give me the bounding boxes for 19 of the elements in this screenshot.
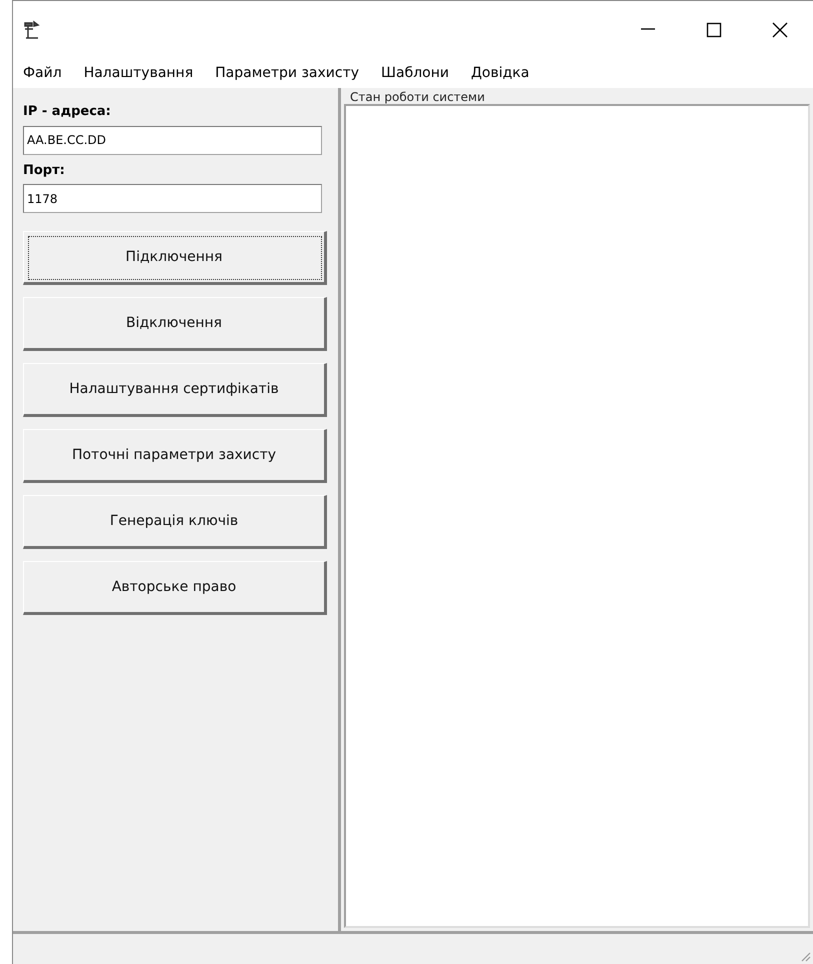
action-button[interactable]: Генерація ключів — [23, 495, 327, 549]
menu-item[interactable]: Довідка — [468, 63, 532, 84]
port-field[interactable]: 1178 — [23, 184, 322, 213]
resize-grip-icon[interactable] — [799, 950, 811, 962]
ip-address-field[interactable]: AA.BE.CC.DD — [23, 126, 322, 154]
menu-item[interactable]: Шаблони — [379, 63, 451, 84]
menu-item[interactable]: Параметри захисту — [213, 63, 362, 84]
maximize-icon[interactable] — [705, 21, 723, 39]
action-button[interactable]: Відключення — [23, 297, 327, 351]
close-icon[interactable] — [771, 21, 789, 39]
field-label: Порт: — [23, 162, 66, 180]
action-button[interactable]: Поточні параметри захисту — [23, 429, 327, 483]
log-title: Стан роботи системи — [349, 90, 486, 104]
menu-item[interactable]: Налаштування — [82, 63, 196, 84]
action-button[interactable]: Авторське право — [23, 561, 327, 615]
field-label: IP - адреса: — [23, 103, 112, 121]
action-button[interactable]: Підключення — [23, 231, 327, 285]
menu-item[interactable]: Файл — [21, 63, 64, 84]
action-button[interactable]: Налаштування сертифікатів — [23, 363, 327, 417]
